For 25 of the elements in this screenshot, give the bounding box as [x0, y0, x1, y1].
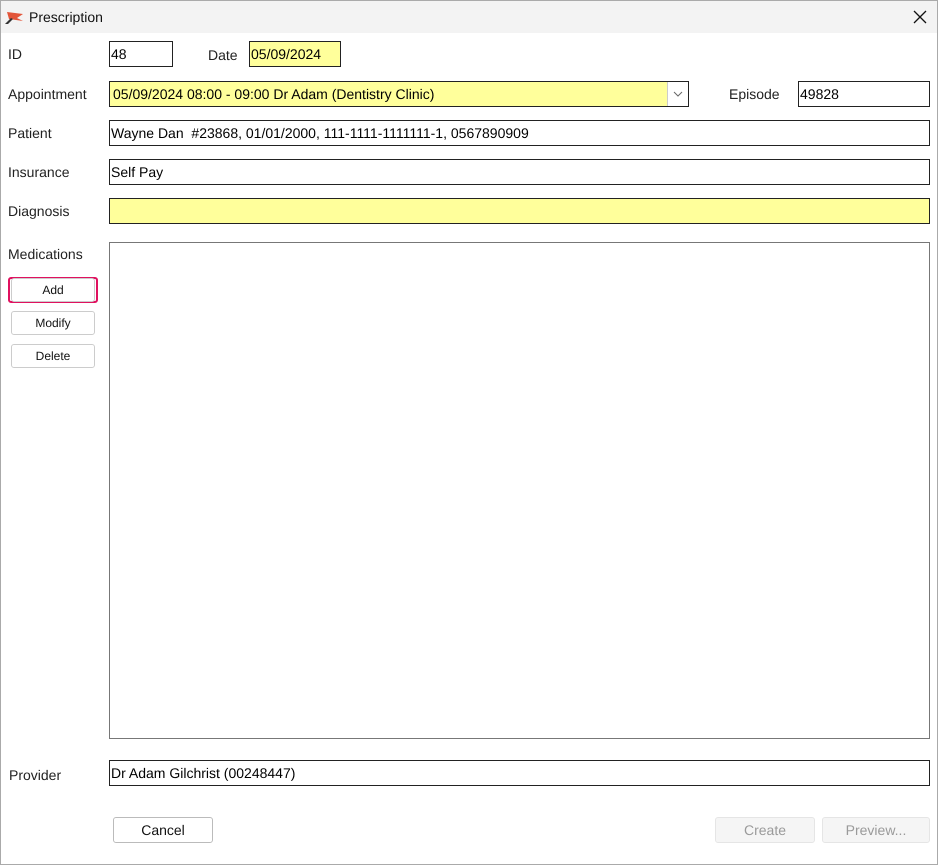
- chevron-down-icon: [673, 91, 683, 97]
- field-label: Patient: [8, 124, 53, 142]
- field-label: Date: [208, 46, 239, 64]
- medication-button[interactable]: Add: [8, 277, 98, 303]
- text-field[interactable]: 49828: [798, 81, 930, 107]
- window-title: Prescription: [29, 8, 103, 27]
- field-label: Medications: [8, 245, 83, 264]
- text-field[interactable]: Self Pay: [109, 159, 930, 185]
- field-label: Diagnosis: [8, 202, 70, 221]
- app-logo-icon: [3, 9, 25, 25]
- field-label: Appointment: [8, 84, 88, 104]
- close-icon[interactable]: [913, 10, 927, 24]
- text-field[interactable]: Wayne Dan #23868, 01/01/2000, 111-1111-1111111-1, 0567890909: [109, 120, 930, 146]
- field-label: Provider: [8, 766, 62, 784]
- appointment-dropdown[interactable]: 05/09/2024 08:00 - 09:00 Dr Adam (Dentistry Clinic): [109, 81, 689, 107]
- medication-button[interactable]: Modify: [8, 310, 98, 336]
- footer-button[interactable]: Cancel: [113, 817, 213, 843]
- field-label: ID: [8, 44, 23, 64]
- field-label: Insurance: [8, 162, 70, 182]
- text-field[interactable]: [109, 198, 930, 224]
- field-label: Episode: [729, 84, 781, 104]
- text-field[interactable]: Dr Adam Gilchrist (00248447): [109, 760, 930, 786]
- text-field[interactable]: 05/09/2024: [249, 41, 341, 67]
- text-field[interactable]: 48: [109, 41, 173, 67]
- medication-button[interactable]: Delete: [8, 343, 98, 369]
